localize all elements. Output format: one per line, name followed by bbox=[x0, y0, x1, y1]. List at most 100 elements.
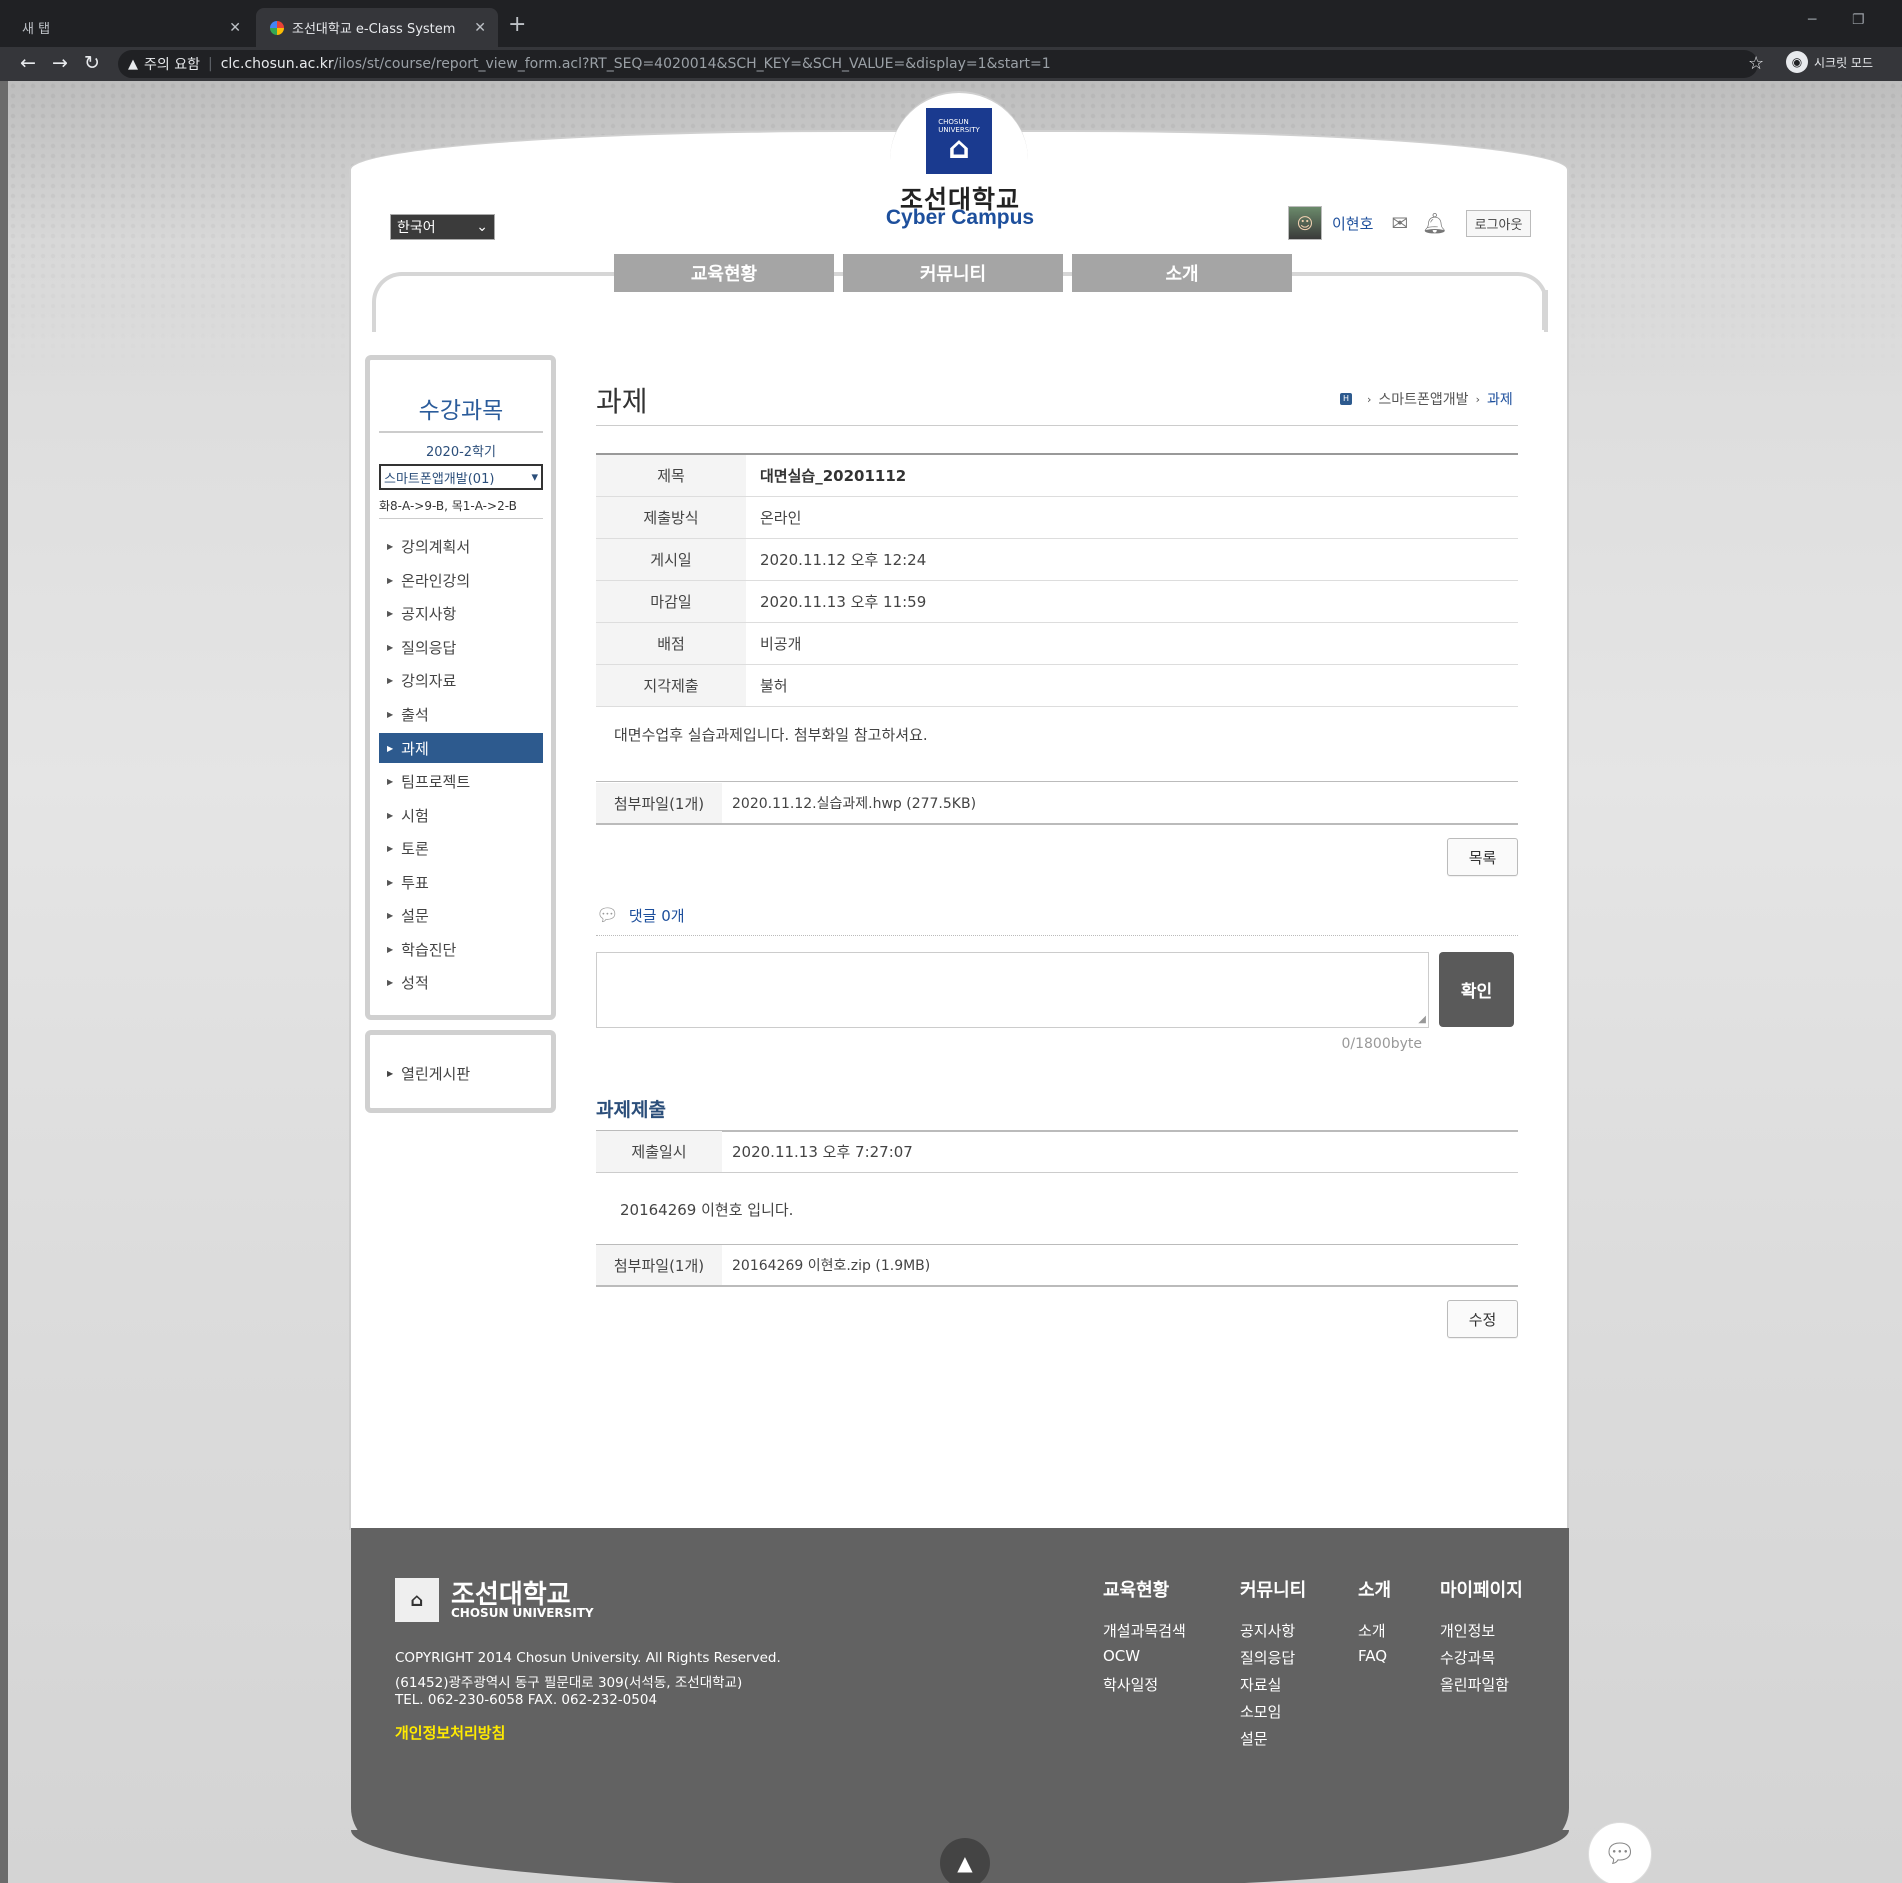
footer-link[interactable]: 자료실 bbox=[1240, 1674, 1306, 1701]
language-select[interactable]: 한국어 ⌄ bbox=[390, 214, 495, 240]
sidebar-item-label: 학습진단 bbox=[401, 940, 457, 959]
browser-toolbar: ← → ↻ ▲ 주의 요함 | clc.chosun.ac.kr /ilos/s… bbox=[0, 47, 1902, 81]
footer-link[interactable]: 소개 bbox=[1358, 1620, 1391, 1647]
nav-community[interactable]: 커뮤니티 bbox=[843, 254, 1063, 292]
new-tab-icon[interactable]: + bbox=[508, 12, 526, 37]
footer-column-title[interactable]: 커뮤니티 bbox=[1240, 1576, 1306, 1602]
sidebar-item-label: 팀프로젝트 bbox=[401, 773, 471, 792]
footer-column-title[interactable]: 소개 bbox=[1358, 1576, 1391, 1602]
forward-icon[interactable]: → bbox=[52, 52, 68, 74]
restore-icon[interactable]: ❐ bbox=[1852, 12, 1865, 28]
footer-link[interactable]: 설문 bbox=[1240, 1728, 1306, 1755]
resize-grip-icon[interactable]: ◢ bbox=[1418, 1014, 1426, 1025]
sidebar-item-label: 시험 bbox=[401, 806, 429, 825]
sidebar-item-notice[interactable]: ▶ 공지사항 bbox=[379, 597, 543, 631]
nav-education[interactable]: 교육현황 bbox=[614, 254, 834, 292]
footer-link[interactable]: 학사일정 bbox=[1103, 1674, 1186, 1701]
sidebar-item-survey[interactable]: ▶ 설문 bbox=[379, 899, 543, 933]
footer-column-title[interactable]: 마이페이지 bbox=[1440, 1576, 1523, 1602]
address-bar[interactable]: ▲ 주의 요함 | clc.chosun.ac.kr /ilos/st/cour… bbox=[118, 50, 1758, 78]
user-name[interactable]: 이현호 bbox=[1332, 213, 1373, 234]
divider bbox=[596, 935, 1518, 936]
footer-link[interactable]: 소모임 bbox=[1240, 1701, 1306, 1728]
attachment-file-link[interactable]: 20164269 이현호.zip (1.9MB) bbox=[722, 1245, 930, 1285]
sidebar-item-label: 과제 bbox=[401, 739, 429, 758]
footer-link[interactable]: 질의응답 bbox=[1240, 1647, 1306, 1674]
comment-input[interactable]: ◢ bbox=[596, 952, 1429, 1028]
privacy-policy-link[interactable]: 개인정보처리방침 bbox=[395, 1722, 505, 1743]
confirm-button[interactable]: 확인 bbox=[1439, 952, 1514, 1027]
user-box: ☺ 이현호 ✉ 🔔︎ 로그아웃 bbox=[1288, 206, 1532, 240]
bell-icon[interactable]: 🔔︎ bbox=[1422, 211, 1447, 235]
page-title: 과제 bbox=[596, 385, 648, 418]
footer-link[interactable]: OCW bbox=[1103, 1647, 1186, 1674]
footer-link[interactable]: 개설과목검색 bbox=[1103, 1620, 1186, 1647]
minimize-icon[interactable]: ─ bbox=[1808, 12, 1816, 28]
footer-link[interactable]: 공지사항 bbox=[1240, 1620, 1306, 1647]
sidebar-item-label: 투표 bbox=[401, 873, 429, 892]
attachment-row: 첨부파일(1개) 2020.11.12.실습과제.hwp (277.5KB) bbox=[596, 783, 1518, 825]
chevron-down-icon: ▾ bbox=[531, 469, 538, 485]
sidebar-item-label: 토론 bbox=[401, 840, 429, 859]
submission-title: 과제제출 bbox=[596, 1099, 666, 1121]
assignment-info-table: 제목 대면실습_20201112 제출방식 온라인 게시일 2020.11.12… bbox=[596, 453, 1518, 707]
sidebar-item-label: 열린게시판 bbox=[401, 1065, 471, 1083]
breadcrumb-course[interactable]: 스마트폰앱개발 bbox=[1378, 389, 1468, 409]
scroll-top-icon[interactable]: ▲ bbox=[940, 1838, 990, 1883]
home-icon[interactable]: H bbox=[1340, 393, 1352, 405]
sidebar-item-diagnosis[interactable]: ▶ 학습진단 bbox=[379, 933, 543, 967]
sidebar-item-label: 출석 bbox=[401, 705, 429, 724]
sidebar-item-syllabus[interactable]: ▶ 강의계획서 bbox=[379, 530, 543, 564]
chat-bubble-icon[interactable]: 💬︎ bbox=[1588, 1822, 1652, 1883]
caret-icon: ▶ bbox=[387, 1069, 394, 1078]
footer-link[interactable]: 수강과목 bbox=[1440, 1647, 1523, 1674]
back-icon[interactable]: ← bbox=[20, 52, 36, 74]
sidebar-item-qna[interactable]: ▶ 질의응답 bbox=[379, 631, 543, 665]
footer-seal-logo: ⌂ bbox=[395, 1578, 439, 1622]
sidebar-item-online-lecture[interactable]: ▶ 온라인강의 bbox=[379, 564, 543, 598]
course-select[interactable]: 스마트폰앱개발(01) ▾ bbox=[379, 464, 543, 490]
avatar[interactable]: ☺ bbox=[1288, 206, 1322, 240]
footer-column-title[interactable]: 교육현황 bbox=[1103, 1576, 1186, 1602]
edit-button[interactable]: 수정 bbox=[1447, 1300, 1518, 1338]
caret-icon: ▶ bbox=[387, 642, 394, 652]
row-label: 제출방식 bbox=[596, 497, 746, 538]
sidebar-item-open-board[interactable]: ▶ 열린게시판 bbox=[387, 1063, 470, 1084]
close-tab-icon[interactable]: ✕ bbox=[474, 20, 486, 36]
url-host: clc.chosun.ac.kr bbox=[220, 56, 334, 72]
browser-titlebar: 새 탭 ✕ 조선대학교 e-Class System ✕ + ─ ❐ bbox=[0, 0, 1902, 47]
tab-label: 새 탭 bbox=[22, 22, 51, 37]
nav-about[interactable]: 소개 bbox=[1072, 254, 1292, 292]
sidebar-item-team-project[interactable]: ▶ 팀프로젝트 bbox=[379, 765, 543, 799]
reload-icon[interactable]: ↻ bbox=[84, 52, 100, 74]
sidebar-item-grades[interactable]: ▶ 성적 bbox=[379, 966, 543, 1000]
sidebar-item-discussion[interactable]: ▶ 토론 bbox=[379, 832, 543, 866]
row-value: 불허 bbox=[760, 677, 788, 695]
list-button[interactable]: 목록 bbox=[1447, 838, 1518, 876]
submission-body: 20164269 이현호 입니다. bbox=[596, 1173, 1518, 1245]
sidebar-item-vote[interactable]: ▶ 투표 bbox=[379, 866, 543, 900]
security-label: 주의 요함 bbox=[144, 57, 200, 73]
row-value: 대면실습_20201112 bbox=[760, 467, 907, 485]
caret-icon: ▶ bbox=[387, 978, 394, 988]
sidebar-item-assignment[interactable]: ▶ 과제 bbox=[379, 733, 543, 763]
attachment-file-link[interactable]: 2020.11.12.실습과제.hwp (277.5KB) bbox=[722, 783, 976, 823]
mail-icon[interactable]: ✉ bbox=[1391, 211, 1408, 235]
incognito-indicator[interactable]: ◉ 시크릿 모드 bbox=[1786, 51, 1873, 73]
bookmark-star-icon[interactable]: ☆ bbox=[1748, 53, 1764, 74]
footer-link[interactable]: FAQ bbox=[1358, 1647, 1391, 1674]
row-value: 2020.11.13 오후 7:27:07 bbox=[732, 1143, 913, 1161]
tab-new[interactable]: 새 탭 ✕ bbox=[8, 8, 253, 47]
logout-button[interactable]: 로그아웃 bbox=[1465, 209, 1532, 237]
footer-link[interactable]: 올린파일함 bbox=[1440, 1674, 1523, 1701]
class-schedule: 화8-A->9-B, 목1-A->2-B bbox=[379, 499, 517, 513]
table-row: 배점 비공개 bbox=[596, 623, 1518, 665]
language-value: 한국어 bbox=[397, 220, 436, 236]
sidebar-item-exam[interactable]: ▶ 시험 bbox=[379, 799, 543, 833]
university-seal-logo[interactable]: CHOSUN UNIVERSITY ⌂ bbox=[926, 108, 992, 174]
sidebar-item-materials[interactable]: ▶ 강의자료 bbox=[379, 664, 543, 698]
tab-eclass[interactable]: 조선대학교 e-Class System ✕ bbox=[256, 8, 498, 47]
close-tab-icon[interactable]: ✕ bbox=[229, 20, 241, 36]
sidebar-item-attendance[interactable]: ▶ 출석 bbox=[379, 698, 543, 732]
footer-link[interactable]: 개인정보 bbox=[1440, 1620, 1523, 1647]
